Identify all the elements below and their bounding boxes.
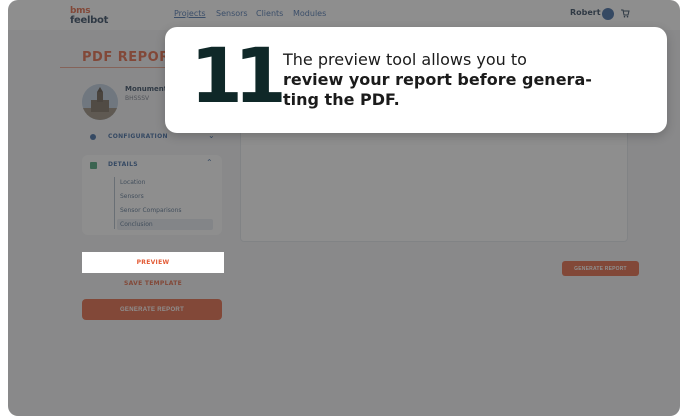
nav-link-clients[interactable]: Clients	[256, 9, 283, 18]
logo[interactable]: bms feelbot	[70, 6, 118, 28]
generate-report-label-sidebar: GENERATE REPORT	[119, 306, 185, 313]
chevron-up-icon[interactable]: ⌃	[206, 158, 213, 167]
tooltip-line-3: ting the PDF.	[283, 90, 400, 109]
save-template-link[interactable]: SAVE TEMPLATE	[82, 280, 224, 287]
details-item-sensor-comparisons[interactable]: Sensor Comparisons	[120, 207, 182, 214]
nav-link-sensors[interactable]: Sensors	[216, 9, 248, 18]
generate-report-button-main[interactable]: GENERATE REPORT	[562, 261, 639, 276]
monument-image-icon	[82, 84, 118, 120]
configuration-icon	[90, 134, 96, 140]
nav-link-modules[interactable]: Modules	[293, 9, 326, 18]
details-tree-line	[114, 177, 115, 229]
user-avatar-icon[interactable]	[602, 8, 614, 20]
top-navigation: bms feelbot Projects Sensors Clients Mod…	[8, 0, 680, 30]
nav-link-projects[interactable]: Projects	[174, 9, 206, 18]
preview-button-highlight[interactable]: PREVIEW	[82, 252, 224, 273]
user-name[interactable]: Robert	[570, 8, 601, 17]
configuration-label: CONFIGURATION	[108, 133, 168, 140]
tooltip-line-2: review your report before genera-	[283, 70, 592, 89]
details-icon	[90, 162, 97, 169]
details-item-sensors[interactable]: Sensors	[120, 193, 144, 200]
logo-text-bottom: feelbot	[70, 15, 109, 26]
monument-code: BHSSSV	[125, 95, 150, 102]
details-label[interactable]: DETAILS	[108, 161, 138, 168]
tutorial-tooltip-text: The preview tool allows you to review yo…	[283, 50, 651, 110]
monument-avatar	[82, 84, 118, 120]
tooltip-line-1: The preview tool allows you to	[283, 50, 527, 69]
details-item-conclusion[interactable]: Conclusion	[120, 221, 153, 228]
preview-highlight-label: PREVIEW	[136, 259, 170, 266]
details-section: DETAILS ⌃ Location Sensors Sensor Compar…	[82, 155, 222, 235]
generate-report-button-sidebar[interactable]: GENERATE REPORT	[82, 299, 222, 320]
details-item-location[interactable]: Location	[120, 179, 145, 186]
generate-report-label-main: GENERATE REPORT	[574, 265, 627, 272]
cart-icon[interactable]	[620, 8, 630, 18]
tutorial-step-number: 11	[190, 31, 287, 120]
